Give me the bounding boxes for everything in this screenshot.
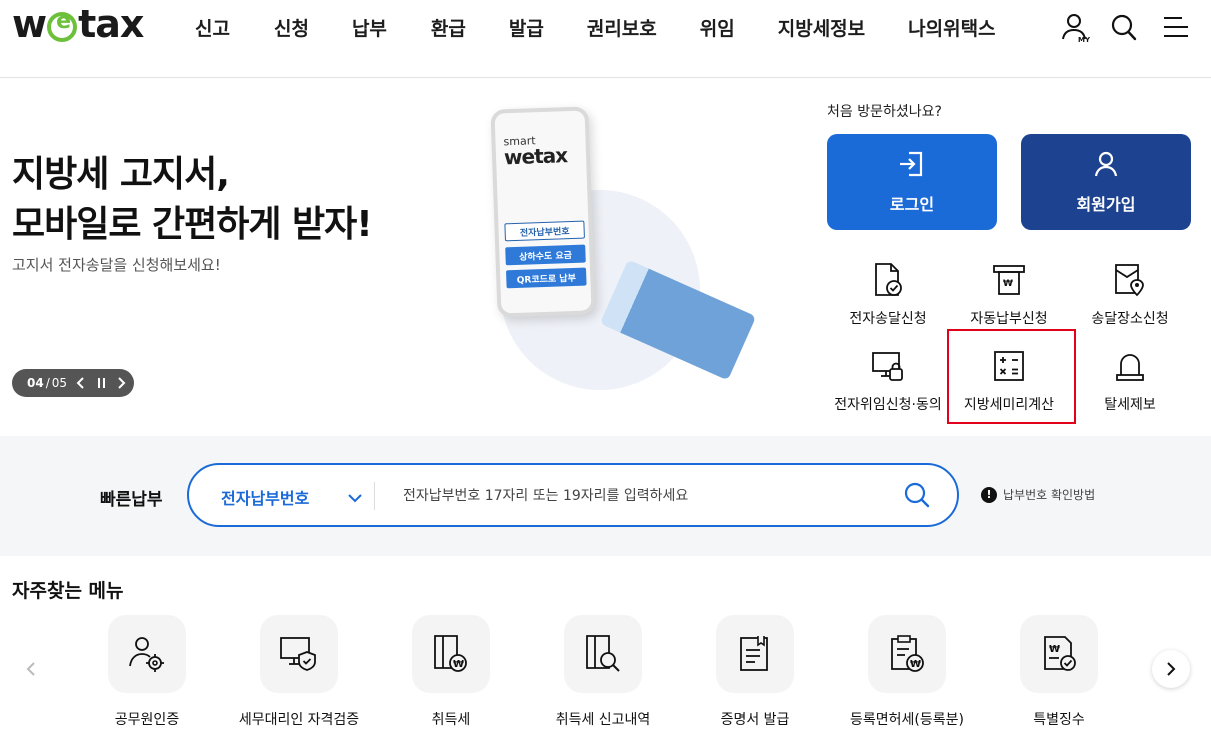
box-search-icon bbox=[564, 615, 642, 693]
frequent-item-label: 세무대리인 자격검증 bbox=[238, 712, 360, 728]
nav-item-local-tax-info[interactable]: 지방세정보 bbox=[778, 14, 865, 41]
phone-btn-water-fee: 상하수도 요금 bbox=[505, 244, 586, 266]
hero-title: 지방세 고지서, 모바일로 간편하게 받자! bbox=[12, 150, 373, 250]
svg-text:₩: ₩ bbox=[453, 659, 464, 670]
login-button[interactable]: 로그인 bbox=[827, 134, 997, 230]
document-check-icon bbox=[868, 260, 908, 300]
certificate-icon bbox=[716, 615, 794, 693]
pager-separator: / bbox=[45, 376, 50, 390]
svg-text:₩: ₩ bbox=[910, 659, 921, 670]
frequent-item-official-auth[interactable]: 공무원인증 bbox=[71, 615, 223, 729]
quick-pay-label: 빠른납부 bbox=[100, 490, 163, 510]
pager-total: 05 bbox=[51, 376, 68, 390]
highlight-box bbox=[947, 329, 1076, 424]
frequent-item-special-collection[interactable]: ₩ 특별징수 bbox=[983, 615, 1135, 729]
svg-text:₩: ₩ bbox=[1003, 279, 1013, 289]
my-page-icon[interactable]: MY bbox=[1060, 12, 1092, 44]
nav-item-my-wetax[interactable]: 나의위택스 bbox=[908, 14, 995, 41]
atm-icon: ₩ bbox=[989, 260, 1029, 300]
box-won-icon: ₩ bbox=[412, 615, 490, 693]
chevron-down-icon[interactable] bbox=[347, 489, 363, 508]
svg-text:₩: ₩ bbox=[1049, 644, 1060, 655]
service-label: 송달장소신청 bbox=[1091, 311, 1169, 327]
pay-number-help-link[interactable]: ! 납부번호 확인방법 bbox=[981, 486, 1095, 503]
join-button[interactable]: 회원가입 bbox=[1021, 134, 1191, 230]
main-nav: 신고 신청 납부 환급 발급 권리보호 위임 지방세정보 나의위택스 bbox=[195, 14, 1039, 41]
pager-prev-icon[interactable] bbox=[75, 377, 87, 389]
pay-number-help-label: 납부번호 확인방법 bbox=[1003, 488, 1096, 502]
quick-pay-section: 빠른납부 전자납부번호 ! 납부번호 확인방법 bbox=[0, 436, 1211, 556]
frequent-item-label: 증명서 발급 bbox=[720, 712, 790, 728]
login-label: 로그인 bbox=[889, 195, 935, 214]
join-label: 회원가입 bbox=[1076, 195, 1136, 214]
info-icon: ! bbox=[981, 486, 997, 503]
phone-brand-logo: wetax bbox=[503, 143, 568, 170]
official-gear-icon bbox=[108, 615, 186, 693]
pager-current: 04 bbox=[27, 376, 44, 390]
illustration-phone: smart wetax 전자납부번호 상하수도 요금 QR코드로 납부 bbox=[490, 106, 596, 318]
nav-item-pay[interactable]: 납부 bbox=[352, 14, 387, 41]
nav-item-issue[interactable]: 발급 bbox=[509, 14, 544, 41]
siren-icon bbox=[1110, 346, 1150, 386]
header: wtax 신고 신청 납부 환급 발급 권리보호 위임 지방세정보 나의위택스 … bbox=[0, 0, 1211, 78]
monitor-shield-icon bbox=[260, 615, 338, 693]
phone-btn-qr-pay: QR코드로 납부 bbox=[506, 267, 587, 289]
frequent-item-acquisition-tax[interactable]: ₩ 취득세 bbox=[375, 615, 527, 729]
service-label: 전자송달신청 bbox=[849, 311, 927, 327]
service-e-delivery[interactable]: 전자송달신청 bbox=[823, 260, 953, 328]
frequent-item-registration-license-tax[interactable]: ₩ 등록면허세(등록분) bbox=[831, 615, 983, 729]
frequent-item-label: 취득세 신고내역 bbox=[555, 712, 651, 728]
nav-item-refund[interactable]: 환급 bbox=[431, 14, 466, 41]
quick-pay-type-select[interactable]: 전자납부번호 bbox=[221, 485, 309, 509]
location-pin-icon bbox=[1110, 260, 1150, 300]
pager-next-icon[interactable] bbox=[115, 377, 127, 389]
frequent-item-acquisition-tax-history[interactable]: 취득세 신고내역 bbox=[527, 615, 679, 729]
phone-btn-epay-number: 전자납부번호 bbox=[504, 220, 585, 242]
nav-item-report[interactable]: 신고 bbox=[195, 14, 230, 41]
frequent-item-label: 공무원인증 bbox=[114, 712, 180, 728]
pager-pause-icon[interactable] bbox=[95, 377, 107, 389]
frequent-item-label: 등록면허세(등록분) bbox=[850, 712, 964, 728]
hamburger-menu-icon[interactable] bbox=[1162, 12, 1190, 42]
service-label: 탈세제보 bbox=[1104, 397, 1156, 413]
service-label: 자동납부신청 bbox=[970, 311, 1048, 327]
search-icon[interactable] bbox=[1110, 12, 1138, 42]
service-e-delegation[interactable]: 전자위임신청·동의 bbox=[823, 346, 953, 414]
frequent-item-label: 특별징수 bbox=[1033, 712, 1085, 728]
service-delivery-address[interactable]: 송달장소신청 bbox=[1065, 260, 1195, 328]
monitor-lock-icon bbox=[868, 346, 908, 386]
carousel-prev-button[interactable] bbox=[12, 650, 50, 688]
service-label: 전자위임신청·동의 bbox=[834, 397, 942, 413]
frequent-item-label: 취득세 bbox=[431, 712, 471, 728]
epay-number-input[interactable] bbox=[403, 483, 883, 509]
banner-pager: 04 / 05 bbox=[12, 369, 134, 397]
hero-illustration: smart wetax 전자납부번호 상하수도 요금 QR코드로 납부 bbox=[460, 100, 757, 400]
carousel-next-button[interactable] bbox=[1152, 650, 1190, 688]
document-won-check-icon: ₩ bbox=[1020, 615, 1098, 693]
frequent-item-certificate[interactable]: 증명서 발급 bbox=[679, 615, 831, 729]
clipboard-won-icon: ₩ bbox=[868, 615, 946, 693]
hero-title-line1: 지방세 고지서, bbox=[12, 154, 230, 195]
person-icon bbox=[1091, 149, 1121, 183]
nav-item-rights[interactable]: 권리보호 bbox=[587, 14, 657, 41]
frequent-item-tax-agent-verify[interactable]: 세무대리인 자격검증 bbox=[223, 615, 375, 729]
login-icon bbox=[897, 149, 927, 183]
nav-item-delegation[interactable]: 위임 bbox=[700, 14, 735, 41]
service-tax-evasion-report[interactable]: 탈세제보 bbox=[1065, 346, 1195, 414]
frequent-menu-title: 자주찾는 메뉴 bbox=[12, 580, 124, 602]
logo-e-mark bbox=[47, 9, 78, 42]
hero-subtitle: 고지서 전자송달을 신청해보세요! bbox=[12, 256, 221, 274]
quick-pay-divider bbox=[374, 482, 375, 510]
nav-item-apply[interactable]: 신청 bbox=[274, 14, 309, 41]
quick-pay-search-icon[interactable] bbox=[903, 481, 931, 513]
first-visit-text: 처음 방문하셨나요? bbox=[827, 104, 942, 120]
quick-pay-box: 전자납부번호 bbox=[187, 463, 959, 527]
wetax-logo[interactable]: wtax bbox=[12, 2, 144, 46]
service-auto-pay[interactable]: ₩ 자동납부신청 bbox=[944, 260, 1074, 328]
svg-text:MY: MY bbox=[1078, 36, 1091, 44]
hero-title-line2: 모바일로 간편하게 받자! bbox=[12, 204, 373, 245]
